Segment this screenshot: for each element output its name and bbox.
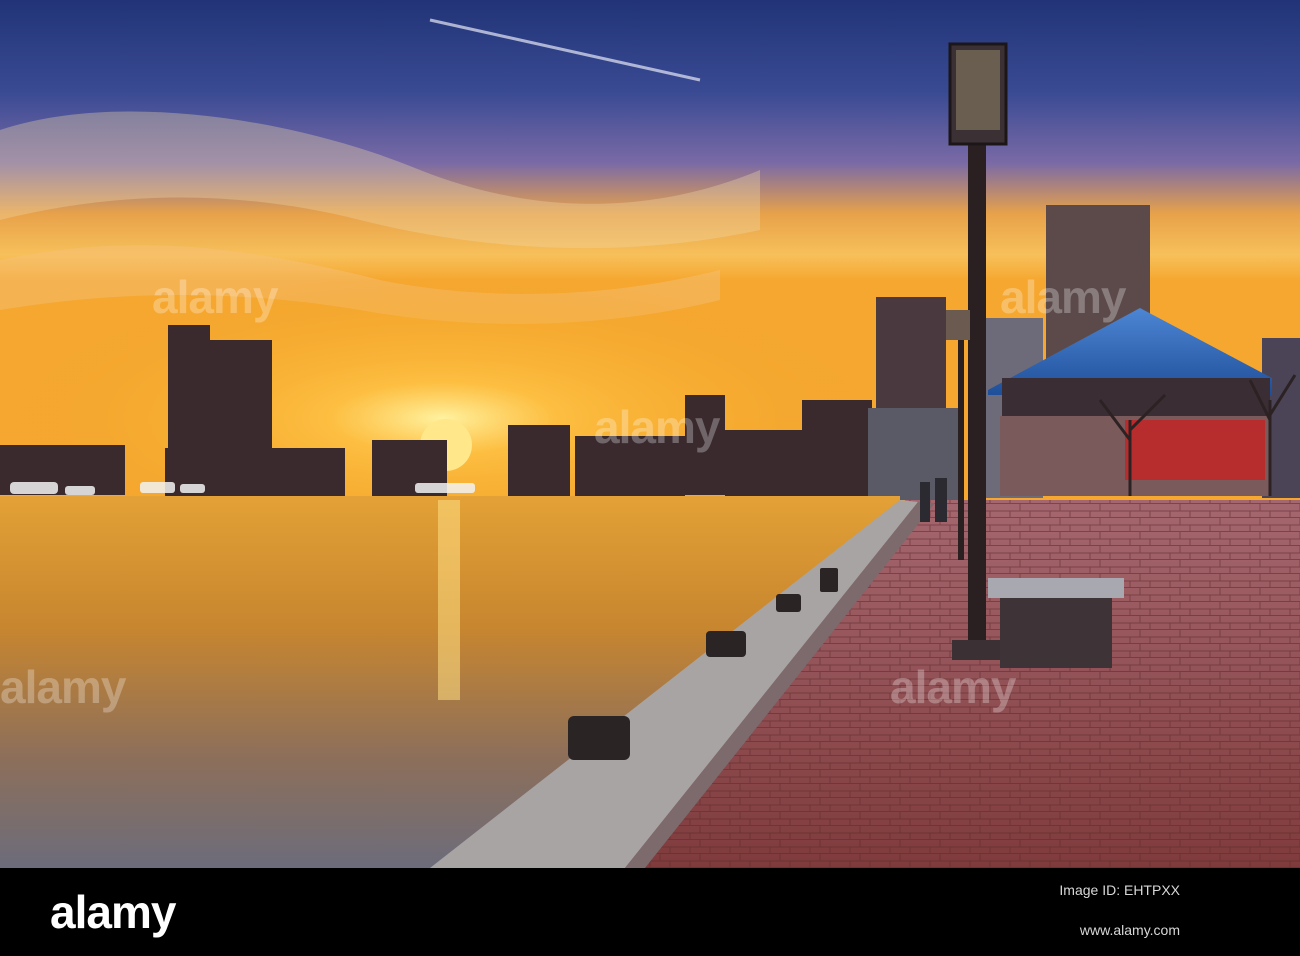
sun-reflection	[438, 500, 460, 700]
bench	[988, 578, 1124, 668]
harbor-sunset-photo	[0, 0, 1300, 868]
source-url: www.alamy.com	[1079, 922, 1180, 938]
image-id: Image ID: EHTPXX	[1059, 882, 1180, 898]
image-frame: alamy alamy alamy alamy alamy alamy Imag…	[0, 0, 1300, 956]
alamy-logo: alamy	[50, 886, 176, 938]
